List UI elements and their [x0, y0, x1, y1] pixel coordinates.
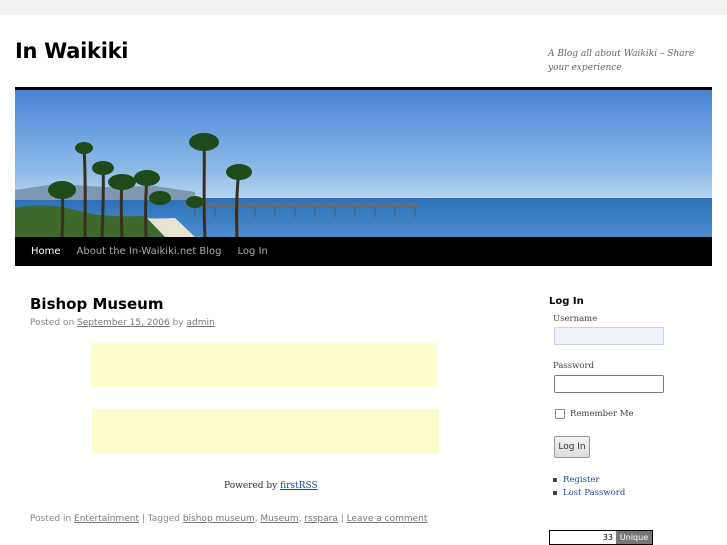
powered-by: Powered by firstRSS [224, 481, 318, 491]
nav-item-about[interactable]: About the In-Waikiki.net Blog [69, 237, 230, 266]
username-field[interactable] [554, 327, 664, 345]
post-title[interactable]: Bishop Museum [30, 295, 163, 313]
post-author-link[interactable]: admin [187, 318, 215, 328]
posted-in-label: Posted in [30, 514, 72, 524]
visitor-counter[interactable]: 33 Unique [549, 530, 653, 545]
leave-comment-link[interactable]: Leave a comment [347, 514, 428, 524]
lost-password-link[interactable]: Lost Password [563, 488, 625, 498]
nav-item-log-in[interactable]: Log In [230, 237, 276, 266]
page-wrapper: In Waikiki A Blog all about Waikiki – Sh… [0, 15, 727, 545]
ad-block-bottom [92, 409, 439, 453]
main-nav: Home About the In-Waikiki.net Blog Log I… [15, 237, 712, 266]
post-meta: Posted on September 15, 2006 by admin [30, 318, 215, 328]
ad-block-top [91, 343, 437, 387]
by-label: by [172, 318, 184, 328]
login-button[interactable]: Log In [554, 436, 590, 458]
post-date-link[interactable]: September 15, 2006 [77, 318, 170, 328]
tagged-label: | Tagged [141, 514, 180, 524]
posted-on-label: Posted on [30, 318, 75, 328]
tag-link[interactable]: bishop museum [183, 514, 255, 524]
list-item: Register [553, 473, 625, 486]
remember-me-label: Remember Me [570, 409, 634, 419]
counter-label: Unique [616, 531, 652, 544]
header-banner-image [15, 90, 712, 237]
tag-link[interactable]: Museum [260, 514, 298, 524]
powered-by-label: Powered by [224, 481, 278, 491]
site-title[interactable]: In Waikiki [15, 39, 128, 63]
login-links: Register Lost Password [553, 473, 625, 499]
category-link[interactable]: Entertainment [74, 514, 139, 524]
username-label: Username [553, 314, 598, 324]
password-label: Password [553, 361, 595, 371]
login-widget-title: Log In [549, 296, 584, 307]
remember-me[interactable]: Remember Me [555, 409, 634, 419]
site-description: A Blog all about Waikiki – Share your ex… [548, 49, 695, 73]
remember-me-checkbox[interactable] [555, 409, 565, 419]
password-field[interactable] [554, 375, 664, 393]
firstrss-link[interactable]: firstRSS [280, 481, 318, 491]
register-link[interactable]: Register [563, 475, 599, 485]
nav-item-home[interactable]: Home [15, 237, 69, 266]
bullet-icon [553, 490, 557, 495]
list-item: Lost Password [553, 486, 625, 499]
counter-value: 33 [602, 533, 613, 542]
post-utility: Posted in Entertainment | Tagged bishop … [30, 514, 428, 524]
tag-link[interactable]: rsspara [304, 514, 338, 524]
bullet-icon [553, 477, 557, 482]
